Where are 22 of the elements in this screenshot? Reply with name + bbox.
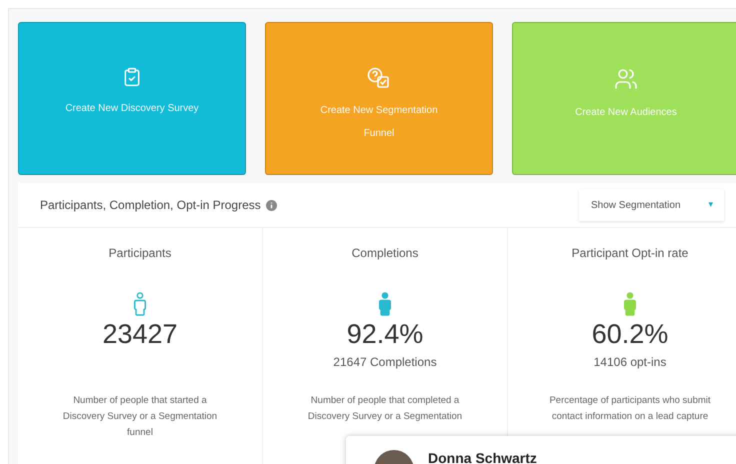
stat-description: Number of people that started a Discovery Survey or a Segmentation funnel <box>62 394 218 440</box>
people-group-icon <box>614 67 638 91</box>
stat-label: Participant Opt-in rate <box>572 245 688 262</box>
create-tile[interactable]: Create New Segmentation Funnel <box>265 22 493 175</box>
clipboard-check-icon <box>122 67 142 87</box>
question-check-icon <box>367 67 391 89</box>
create-tile[interactable]: Create New Audiences <box>512 22 736 175</box>
stat-value: 92.4% <box>346 318 424 351</box>
stat-detail: 14106 opt-ins <box>594 354 666 369</box>
segmentation-dropdown[interactable]: Show Segmentation ▾ <box>579 189 724 221</box>
info-icon <box>266 200 277 210</box>
stat-label: Participants <box>108 245 172 262</box>
stat-value: 23427 <box>102 318 178 351</box>
stat-description: Percentage of participants who submit contact information on a lead capture <box>548 394 712 424</box>
caret-icon: ▾ <box>698 198 724 212</box>
stat-value: 60.2% <box>592 318 668 351</box>
stat-label: Completions <box>352 245 418 262</box>
profile-name: Donna Schwartz <box>428 450 537 464</box>
create-tile[interactable]: Create New Discovery Survey <box>18 22 246 175</box>
section-title: Participants, Completion, Opt-in Progress <box>40 197 261 214</box>
stat-description: Number of people that completed a Discovery Survey or a Segmentation <box>306 394 464 424</box>
stat-detail: 21647 Completions <box>333 354 437 369</box>
